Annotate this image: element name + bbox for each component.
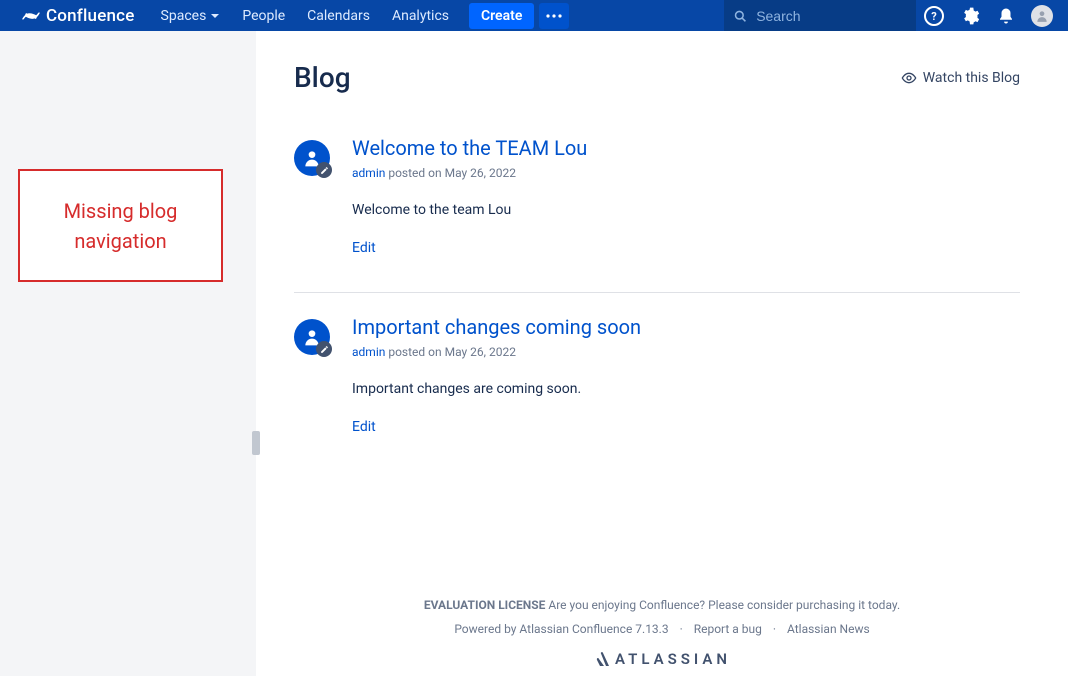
author-avatar[interactable] (294, 140, 330, 176)
post-body: Welcome to the TEAM Lou admin posted on … (352, 136, 1020, 256)
edit-badge (316, 162, 332, 178)
sidebar-resize-handle[interactable] (252, 431, 260, 455)
nav-people[interactable]: People (232, 3, 295, 29)
nav-calendars[interactable]: Calendars (297, 3, 380, 29)
footer-separator: · (765, 622, 784, 636)
help-button[interactable]: ? (916, 0, 952, 31)
atlassian-logo-icon (593, 651, 609, 667)
post-author-link[interactable]: admin (352, 166, 385, 180)
svg-text:?: ? (931, 10, 937, 23)
blog-post: Welcome to the TEAM Lou admin posted on … (294, 136, 1020, 274)
create-button[interactable]: Create (469, 3, 534, 29)
edit-badge (316, 341, 332, 357)
blog-post: Important changes coming soon admin post… (294, 315, 1020, 453)
bell-icon (997, 7, 1015, 25)
help-icon: ? (924, 6, 944, 26)
atlassian-logo[interactable]: ATLASSIAN (256, 650, 1068, 668)
post-date: May 26, 2022 (445, 345, 516, 359)
sidebar: Missing blog navigation (0, 31, 256, 676)
search-box[interactable] (724, 0, 916, 31)
post-excerpt: Welcome to the team Lou (352, 202, 1020, 218)
page-body: Missing blog navigation Blog Watch this … (0, 31, 1068, 676)
avatar (1031, 5, 1053, 27)
brand-name: Confluence (46, 6, 135, 26)
settings-button[interactable] (952, 0, 988, 31)
post-date: May 26, 2022 (445, 166, 516, 180)
notifications-button[interactable] (988, 0, 1024, 31)
author-avatar[interactable] (294, 319, 330, 355)
brand[interactable]: Confluence (22, 6, 135, 26)
more-actions-button[interactable] (539, 3, 569, 29)
person-icon (1035, 9, 1049, 23)
profile-button[interactable] (1024, 0, 1060, 31)
eval-license-label: EVALUATION LICENSE (424, 598, 546, 612)
edit-post-link[interactable]: Edit (352, 419, 1020, 435)
watch-blog-label: Watch this Blog (923, 70, 1020, 86)
nav-analytics[interactable]: Analytics (382, 3, 459, 29)
main-column: Blog Watch this Blog Welcome to the TEAM… (256, 31, 1068, 676)
nav-spaces[interactable]: Spaces (151, 3, 231, 29)
footer: EVALUATION LICENSE Are you enjoying Conf… (256, 584, 1068, 676)
footer-separator: · (672, 622, 691, 636)
post-excerpt: Important changes are coming soon. (352, 381, 1020, 397)
create-button-label: Create (481, 8, 522, 24)
eval-license-text: Are you enjoying Confluence? Please cons… (545, 598, 900, 612)
missing-nav-annotation: Missing blog navigation (18, 169, 223, 282)
missing-nav-annotation-text: Missing blog navigation (30, 196, 211, 256)
post-byline: admin posted on May 26, 2022 (352, 345, 1020, 359)
confluence-logo-icon (22, 7, 40, 25)
nav-people-label: People (242, 8, 285, 24)
nav-spaces-label: Spaces (161, 8, 207, 24)
post-body: Important changes coming soon admin post… (352, 315, 1020, 435)
post-byline: admin posted on May 26, 2022 (352, 166, 1020, 180)
post-title-link[interactable]: Welcome to the TEAM Lou (352, 136, 1020, 160)
pencil-icon (320, 345, 329, 354)
top-navigation: Confluence Spaces People Calendars Analy… (0, 0, 1068, 31)
nav-items: Spaces People Calendars Analytics Create (151, 3, 570, 29)
atlassian-news-link[interactable]: Atlassian News (787, 622, 870, 636)
posted-on-text: posted on (385, 166, 444, 180)
edit-post-link[interactable]: Edit (352, 240, 1020, 256)
pencil-icon (320, 166, 329, 175)
page-title: Blog (294, 61, 351, 94)
posted-on-text: posted on (385, 345, 444, 359)
eye-icon (901, 70, 917, 86)
nav-calendars-label: Calendars (307, 8, 370, 24)
search-input[interactable] (756, 8, 906, 24)
content-area: Blog Watch this Blog Welcome to the TEAM… (256, 31, 1068, 584)
atlassian-logo-text: ATLASSIAN (615, 650, 731, 668)
gear-icon (960, 6, 980, 26)
chevron-down-icon (210, 11, 220, 21)
page-header: Blog Watch this Blog (294, 61, 1020, 94)
post-author-link[interactable]: admin (352, 345, 385, 359)
post-divider (294, 292, 1020, 293)
watch-blog-button[interactable]: Watch this Blog (901, 70, 1020, 86)
nav-analytics-label: Analytics (392, 8, 449, 24)
post-title-link[interactable]: Important changes coming soon (352, 315, 1020, 339)
search-icon (734, 9, 746, 23)
report-bug-link[interactable]: Report a bug (694, 622, 762, 636)
more-horizontal-icon (546, 14, 562, 18)
powered-by-link[interactable]: Powered by Atlassian Confluence 7.13.3 (454, 622, 668, 636)
